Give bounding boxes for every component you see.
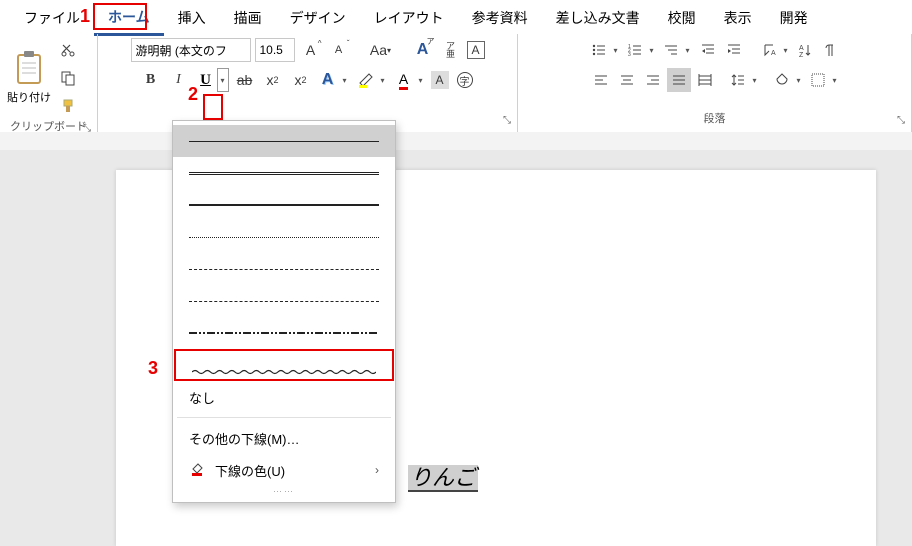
ruby-icon[interactable]: ア亜 bbox=[439, 38, 463, 62]
document-text[interactable]: りんご bbox=[408, 460, 478, 492]
underline-style-dropdown: なし その他の下線(M)… 下線の色(U) › ⋯⋯ bbox=[172, 120, 396, 503]
paste-label: 貼り付け bbox=[7, 89, 51, 105]
underline-style-thick[interactable] bbox=[173, 189, 395, 221]
tab-mailings[interactable]: 差し込み文書 bbox=[542, 4, 654, 34]
ribbon: 貼り付け クリップボード⤡ A^ Aˇ Aa▾ Aア ア亜 A bbox=[0, 34, 912, 132]
bold-button[interactable]: B bbox=[139, 68, 163, 92]
multilevel-dropdown[interactable]: ▾ bbox=[682, 38, 694, 62]
annotation-3: 3 bbox=[148, 358, 158, 378]
format-painter-icon[interactable] bbox=[56, 94, 80, 118]
indent-decrease-button[interactable] bbox=[696, 38, 720, 62]
underline-more-styles[interactable]: その他の下線(M)… bbox=[173, 422, 395, 454]
align-distribute-button[interactable] bbox=[693, 68, 717, 92]
tab-design[interactable]: デザイン bbox=[276, 4, 360, 34]
font-launcher[interactable]: ⤡ bbox=[503, 115, 511, 126]
chevron-right-icon: › bbox=[375, 463, 379, 477]
paragraph-group-label: 段落 bbox=[704, 113, 726, 125]
cut-icon[interactable] bbox=[56, 38, 80, 62]
paragraph-launcher[interactable]: ⤡ bbox=[897, 115, 905, 126]
annotation-2-box bbox=[203, 94, 223, 120]
tab-review[interactable]: 校閲 bbox=[654, 4, 710, 34]
tab-draw[interactable]: 描画 bbox=[220, 4, 276, 34]
align-right-button[interactable] bbox=[641, 68, 665, 92]
align-left-button[interactable] bbox=[589, 68, 613, 92]
align-justify-button[interactable] bbox=[667, 68, 691, 92]
tab-layout[interactable]: レイアウト bbox=[360, 4, 458, 34]
paint-bucket-icon bbox=[189, 461, 205, 480]
line-spacing-dropdown[interactable]: ▾ bbox=[749, 68, 761, 92]
dropdown-separator bbox=[177, 417, 391, 418]
paste-button[interactable]: 貼り付け bbox=[6, 51, 52, 105]
clipboard-group-label: クリップボード bbox=[10, 121, 87, 133]
character-shading-icon[interactable]: A bbox=[431, 71, 449, 89]
bullets-dropdown[interactable]: ▾ bbox=[610, 38, 622, 62]
annotation-1: 1 bbox=[80, 6, 90, 26]
clipboard-launcher[interactable]: ⤡ bbox=[83, 123, 91, 134]
tab-references[interactable]: 参考資料 bbox=[458, 4, 542, 34]
font-grow-icon[interactable]: A^ bbox=[299, 38, 323, 62]
indent-increase-button[interactable] bbox=[722, 38, 746, 62]
underline-style-single[interactable] bbox=[173, 125, 395, 157]
phonetic-guide-icon[interactable]: Aア bbox=[411, 38, 435, 62]
underline-color-menu[interactable]: 下線の色(U) › bbox=[173, 454, 395, 486]
shading-button[interactable] bbox=[771, 68, 793, 92]
change-case-icon[interactable]: Aa▾ bbox=[369, 38, 393, 62]
clipboard-icon bbox=[14, 51, 44, 87]
tab-insert[interactable]: 挿入 bbox=[164, 4, 220, 34]
underline-style-double[interactable] bbox=[173, 157, 395, 189]
font-shrink-icon[interactable]: Aˇ bbox=[327, 38, 351, 62]
italic-button[interactable]: I bbox=[167, 68, 191, 92]
multilevel-button[interactable] bbox=[660, 38, 682, 62]
font-name-input[interactable] bbox=[131, 38, 251, 62]
svg-text:A: A bbox=[771, 50, 776, 57]
annotation-1-box bbox=[93, 3, 147, 30]
borders-button[interactable] bbox=[807, 68, 829, 92]
superscript-button[interactable]: x2 bbox=[289, 68, 313, 92]
text-effects-dropdown[interactable]: ▾ bbox=[339, 68, 351, 92]
show-marks-button[interactable] bbox=[818, 38, 842, 62]
underline-style-wave[interactable] bbox=[174, 349, 394, 381]
font-color-dropdown[interactable]: ▾ bbox=[415, 68, 427, 92]
text-effects-button[interactable]: A bbox=[317, 68, 339, 92]
numbering-dropdown[interactable]: ▾ bbox=[646, 38, 658, 62]
highlight-button[interactable] bbox=[355, 68, 377, 92]
underline-style-dashed[interactable] bbox=[173, 253, 395, 285]
tab-developer[interactable]: 開発 bbox=[766, 4, 822, 34]
line-spacing-button[interactable] bbox=[727, 68, 749, 92]
underline-style-dotted[interactable] bbox=[173, 221, 395, 253]
annotation-2: 2 bbox=[188, 84, 198, 104]
highlight-dropdown[interactable]: ▾ bbox=[377, 68, 389, 92]
copy-icon[interactable] bbox=[56, 66, 80, 90]
underline-style-none[interactable]: なし bbox=[173, 381, 395, 413]
text-direction-button[interactable]: A bbox=[758, 38, 780, 62]
align-center-button[interactable] bbox=[615, 68, 639, 92]
bullets-button[interactable] bbox=[588, 38, 610, 62]
font-size-input[interactable] bbox=[255, 38, 295, 62]
borders-dropdown[interactable]: ▾ bbox=[829, 68, 841, 92]
strikethrough-button[interactable]: ab bbox=[233, 68, 257, 92]
text-direction-dropdown[interactable]: ▾ bbox=[780, 38, 792, 62]
tab-view[interactable]: 表示 bbox=[710, 4, 766, 34]
numbering-button[interactable]: 123 bbox=[624, 38, 646, 62]
ribbon-bottom-bar bbox=[0, 132, 912, 150]
font-color-button[interactable]: A bbox=[393, 68, 415, 92]
underline-dropdown-button[interactable]: ▾ bbox=[217, 68, 229, 92]
enclose-characters-icon[interactable]: 字 bbox=[453, 68, 477, 92]
dropdown-grip: ⋯⋯ bbox=[173, 486, 395, 496]
svg-text:Z: Z bbox=[799, 52, 804, 58]
sort-button[interactable]: AZ bbox=[794, 38, 816, 62]
svg-text:A: A bbox=[799, 45, 804, 52]
shading-dropdown[interactable]: ▾ bbox=[793, 68, 805, 92]
character-border-icon[interactable]: A bbox=[467, 41, 485, 59]
subscript-button[interactable]: x2 bbox=[261, 68, 285, 92]
underline-style-dash-dot-dot[interactable] bbox=[173, 317, 395, 349]
svg-text:3: 3 bbox=[628, 52, 631, 58]
underline-style-dash-dot[interactable] bbox=[173, 285, 395, 317]
